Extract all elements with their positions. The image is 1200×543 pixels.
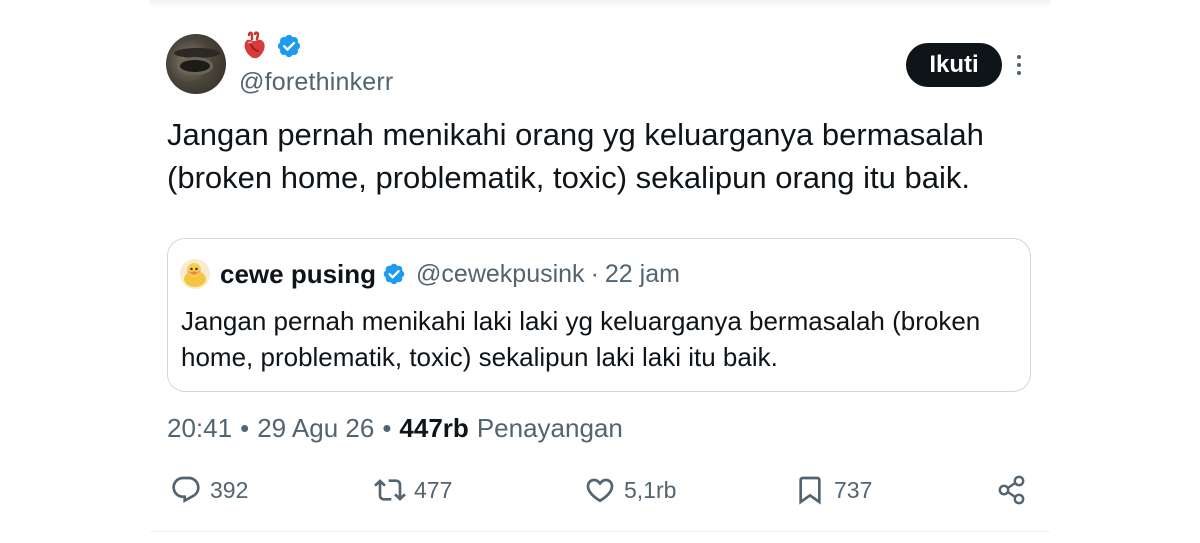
repost-icon	[374, 479, 406, 501]
repost-button[interactable]: 477	[374, 470, 452, 510]
verified-badge-icon	[277, 34, 301, 58]
more-options-icon[interactable]	[1008, 52, 1030, 78]
bookmark-button[interactable]: 737	[794, 470, 872, 510]
avatar-eyelid	[174, 48, 220, 58]
quoted-separator: ·	[590, 259, 599, 288]
bookmark-count: 737	[834, 476, 873, 503]
bottom-divider	[150, 531, 1050, 532]
quoted-timestamp[interactable]: 22 jam	[605, 260, 680, 289]
views-count: 447rb	[399, 412, 469, 443]
bookmark-icon	[799, 476, 821, 505]
repost-count: 477	[414, 476, 453, 503]
verified-badge-icon	[383, 263, 405, 285]
tweet-meta: 20:41 • 29 Agu 26 • 447rb Penayangan	[167, 410, 623, 446]
quoted-tweet-card[interactable]: cewe pusing @cewekpusink · 22 jam Jangan…	[167, 238, 1031, 392]
author-handle[interactable]: @forethinkerr	[239, 68, 393, 97]
tweet-time[interactable]: 20:41	[167, 413, 232, 444]
quoted-author-name[interactable]: cewe pusing	[220, 259, 376, 290]
tweet-text: Jangan pernah menikahi orang yg keluarga…	[167, 117, 984, 195]
avatar-eye	[180, 60, 210, 72]
reply-button[interactable]: 392	[170, 470, 248, 510]
author-avatar[interactable]	[166, 34, 226, 94]
follow-button[interactable]: Ikuti	[906, 43, 1002, 87]
heart-icon	[586, 478, 614, 503]
like-button[interactable]: 5,1rb	[584, 470, 676, 510]
reply-count: 392	[210, 476, 249, 503]
quoted-author-handle[interactable]: @cewekpusink	[416, 260, 585, 289]
quoted-tweet-text: Jangan pernah menikahi laki laki yg kelu…	[181, 306, 981, 372]
views-label: Penayangan	[476, 412, 623, 443]
tweet-action-bar: 392 477 5,1rb 737	[170, 470, 1040, 510]
tweet-detail-page: @forethinkerr Ikuti Jangan pernah menika…	[0, 0, 1200, 543]
duck-avatar-icon	[180, 259, 210, 289]
anatomical-heart-icon	[244, 31, 265, 59]
author-display-name[interactable]	[240, 30, 302, 62]
meta-separator: •	[240, 412, 250, 443]
tweet-date[interactable]: 29 Agu 26	[257, 413, 374, 444]
share-button[interactable]	[996, 470, 1028, 510]
reply-icon	[172, 476, 200, 503]
meta-separator: •	[382, 412, 392, 443]
like-count: 5,1rb	[624, 476, 677, 503]
top-divider	[150, 0, 1050, 8]
quoted-author-avatar[interactable]	[180, 259, 210, 289]
share-icon	[998, 475, 1025, 505]
quoted-tweet-header: cewe pusing @cewekpusink · 22 jam	[180, 257, 680, 291]
